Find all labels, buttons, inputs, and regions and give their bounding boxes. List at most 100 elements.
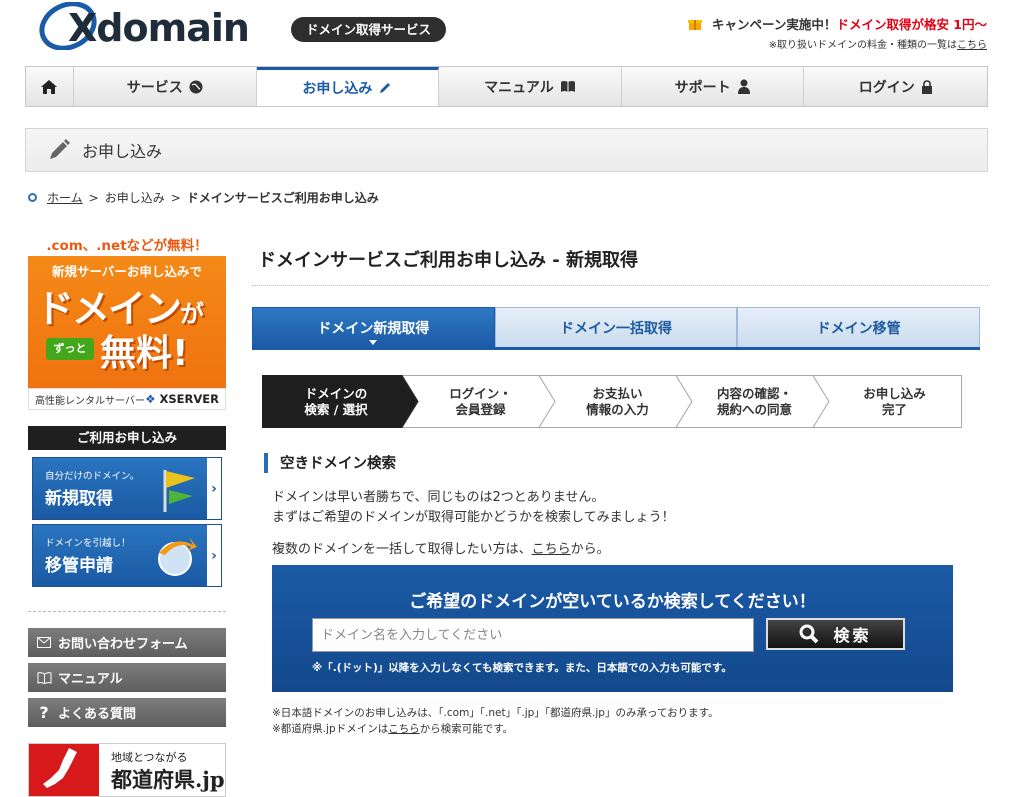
nav-manual-label: マニュアル bbox=[484, 79, 554, 96]
tab-domain-transfer[interactable]: ドメイン移管 bbox=[737, 307, 981, 347]
nav-apply-label: お申し込み bbox=[302, 81, 373, 97]
step-payment: お支払い 情報の入力 bbox=[551, 375, 684, 428]
domain-search-input[interactable] bbox=[312, 618, 754, 652]
nav-home[interactable] bbox=[26, 67, 74, 106]
step-login-line2: 会員登録 bbox=[455, 401, 506, 417]
search-button-label: 検索 bbox=[833, 626, 872, 645]
campaign-prefix: キャンペーン実施中！ bbox=[712, 17, 837, 32]
search-button[interactable]: 検索 bbox=[766, 618, 905, 650]
japanese-domain-note: ※日本語ドメインのお申し込みは、「.com」「.net」「.jp」「都道府県.j… bbox=[272, 707, 719, 719]
section-heading-bar bbox=[264, 452, 268, 473]
japan-map-icon bbox=[29, 744, 99, 796]
manual-link[interactable]: マニュアル bbox=[28, 663, 226, 692]
bulk-link[interactable]: こちら bbox=[532, 542, 571, 557]
step-payment-line2: 情報の入力 bbox=[586, 401, 649, 417]
breadcrumb: ホーム > お申し込み > ドメインサービスご利用お申し込み bbox=[28, 189, 379, 206]
step-login-line1: ログイン・ bbox=[449, 385, 512, 401]
flag-icon bbox=[163, 470, 195, 512]
step-search-line1: ドメインの bbox=[304, 385, 368, 401]
new-registration-title: 新規取得 bbox=[45, 489, 113, 509]
globe-icon bbox=[189, 80, 203, 94]
step-complete-line1: お申し込み bbox=[863, 385, 926, 401]
nav-manual[interactable]: マニュアル bbox=[439, 67, 622, 106]
xserver-promo-banner[interactable]: 新規サーバーお申し込みで ドメインが ずっと 無料! 高性能レンタルサーバー ❖… bbox=[28, 256, 226, 410]
mail-icon bbox=[36, 637, 52, 648]
breadcrumb-bullet-icon bbox=[28, 193, 37, 202]
section-heading-text: 空きドメイン検索 bbox=[280, 456, 396, 472]
tab-new-registration[interactable]: ドメイン新規取得 bbox=[252, 307, 495, 347]
bulk-note: 複数のドメインを一括して取得したい方は、こちらから。 bbox=[272, 538, 610, 557]
chevron-right-icon: › bbox=[207, 458, 221, 519]
faq-label: よくある質問 bbox=[58, 707, 137, 722]
transfer-title: 移管申請 bbox=[45, 556, 113, 576]
apply-section-head: ご利用お申し込み bbox=[28, 426, 226, 450]
prefecture-jp-banner[interactable]: 地域とつながる 都道府県.jp bbox=[28, 743, 226, 797]
promo-headline: .com、.netなどが無料！ bbox=[46, 238, 208, 254]
prefecture-note-prefix: ※都道府県.jpドメインは bbox=[272, 723, 389, 735]
new-registration-card[interactable]: 自分だけのドメイン。 新規取得 › bbox=[32, 457, 222, 520]
step-confirm-line1: 内容の確認・ bbox=[716, 385, 792, 401]
book-icon bbox=[560, 80, 576, 93]
new-registration-text: 自分だけのドメイン。 新規取得 bbox=[33, 468, 139, 509]
nav-service[interactable]: サービス bbox=[74, 67, 257, 106]
campaign-highlight: ドメイン取得が格安 1円～ bbox=[836, 17, 987, 32]
service-badge: ドメイン取得サービス bbox=[291, 17, 446, 42]
price-list-link[interactable]: こちら bbox=[957, 40, 987, 51]
section-heading: 空きドメイン検索 bbox=[264, 452, 396, 473]
breadcrumb-level1: お申し込み bbox=[104, 191, 165, 205]
nav-support[interactable]: サポート bbox=[622, 67, 805, 106]
chevron-right-icon: › bbox=[207, 525, 221, 586]
promo-footer-text: 高性能レンタルサーバー bbox=[35, 395, 145, 407]
page-title-box: お申し込み bbox=[25, 128, 988, 172]
main-title: ドメインサービスご利用お申し込み - 新規取得 bbox=[258, 250, 639, 271]
prefecture-banner-subtitle: 地域とつながる bbox=[111, 751, 188, 764]
book-icon bbox=[36, 671, 52, 684]
price-list-note: ※取り扱いドメインの料金・種類の一覧はこちら bbox=[769, 36, 987, 51]
search-hint: ※「.(ドット)」以降を入力しなくても検索できます。また、日本語での入力も可能で… bbox=[312, 662, 732, 674]
question-icon: ? bbox=[39, 703, 49, 722]
person-icon bbox=[737, 79, 751, 94]
nav-service-label: サービス bbox=[126, 79, 183, 96]
transfer-subtitle: ドメインを引越し！ bbox=[45, 538, 131, 549]
breadcrumb-separator: > bbox=[88, 190, 99, 205]
step-payment-line1: お支払い bbox=[592, 385, 643, 401]
xdomain-logo[interactable]: Xdomain bbox=[38, 2, 280, 50]
logo-text: Xdomain bbox=[68, 6, 250, 50]
prefecture-domain-note: ※都道府県.jpドメインはこちらから検索可能です。 bbox=[272, 721, 513, 736]
step-complete-line2: 完了 bbox=[881, 401, 907, 417]
prefecture-search-link[interactable]: こちら bbox=[388, 723, 420, 735]
nav-apply[interactable]: お申し込み bbox=[256, 67, 440, 106]
transfer-card[interactable]: ドメインを引越し！ 移管申請 › bbox=[32, 524, 222, 587]
pencil-icon bbox=[48, 139, 70, 161]
lock-icon bbox=[921, 79, 933, 94]
contact-form-link[interactable]: お問い合わせフォーム bbox=[28, 628, 226, 657]
breadcrumb-home[interactable]: ホーム bbox=[47, 189, 83, 206]
step-search-line2: 検索 / 選択 bbox=[304, 401, 368, 417]
nav-support-label: サポート bbox=[674, 79, 731, 96]
bulk-note-suffix: から。 bbox=[570, 542, 610, 557]
prefecture-note-suffix: から検索可能です。 bbox=[419, 723, 514, 735]
promo-footer: 高性能レンタルサーバー ❖ XSERVER bbox=[28, 388, 226, 410]
xserver-logo-text: XSERVER bbox=[159, 392, 219, 406]
new-registration-subtitle: 自分だけのドメイン。 bbox=[45, 471, 140, 482]
breadcrumb-separator: > bbox=[170, 190, 181, 205]
tab-bulk-registration[interactable]: ドメイン一括取得 bbox=[494, 307, 738, 347]
prefecture-banner-title: 都道府県.jp bbox=[111, 767, 225, 792]
intro-paragraph-2: まずはご希望のドメインが取得可能かどうかを検索してみましょう！ bbox=[272, 510, 675, 525]
domain-search-panel: ご希望のドメインが空いているか検索してください！ 検索 ※「.(ドット)」以降を… bbox=[272, 565, 953, 692]
nav-login[interactable]: ログイン bbox=[804, 67, 987, 106]
campaign-banner[interactable]: キャンペーン実施中！ドメイン取得が格安 1円～ bbox=[687, 14, 987, 33]
step-confirm: 内容の確認・ 規約への同意 bbox=[688, 375, 821, 428]
promo-zutto-badge: ずっと bbox=[46, 338, 94, 360]
title-divider bbox=[252, 285, 988, 286]
xserver-logo: ❖ XSERVER bbox=[145, 392, 219, 406]
home-icon bbox=[41, 79, 58, 94]
global-nav: サービス お申し込み マニュアル サポート ログイン bbox=[25, 66, 988, 107]
bulk-note-prefix: 複数のドメインを一括して取得したい方は、 bbox=[272, 542, 532, 557]
intro-paragraph-1: ドメインは早い者勝ちで、同じものは2つとありません。 bbox=[272, 490, 605, 505]
pencil-icon bbox=[378, 81, 392, 95]
step-login: ログイン・ 会員登録 bbox=[414, 375, 547, 428]
contact-form-label: お問い合わせフォーム bbox=[58, 637, 188, 652]
manual-label: マニュアル bbox=[58, 672, 123, 687]
faq-link[interactable]: ? よくある質問 bbox=[28, 698, 226, 727]
